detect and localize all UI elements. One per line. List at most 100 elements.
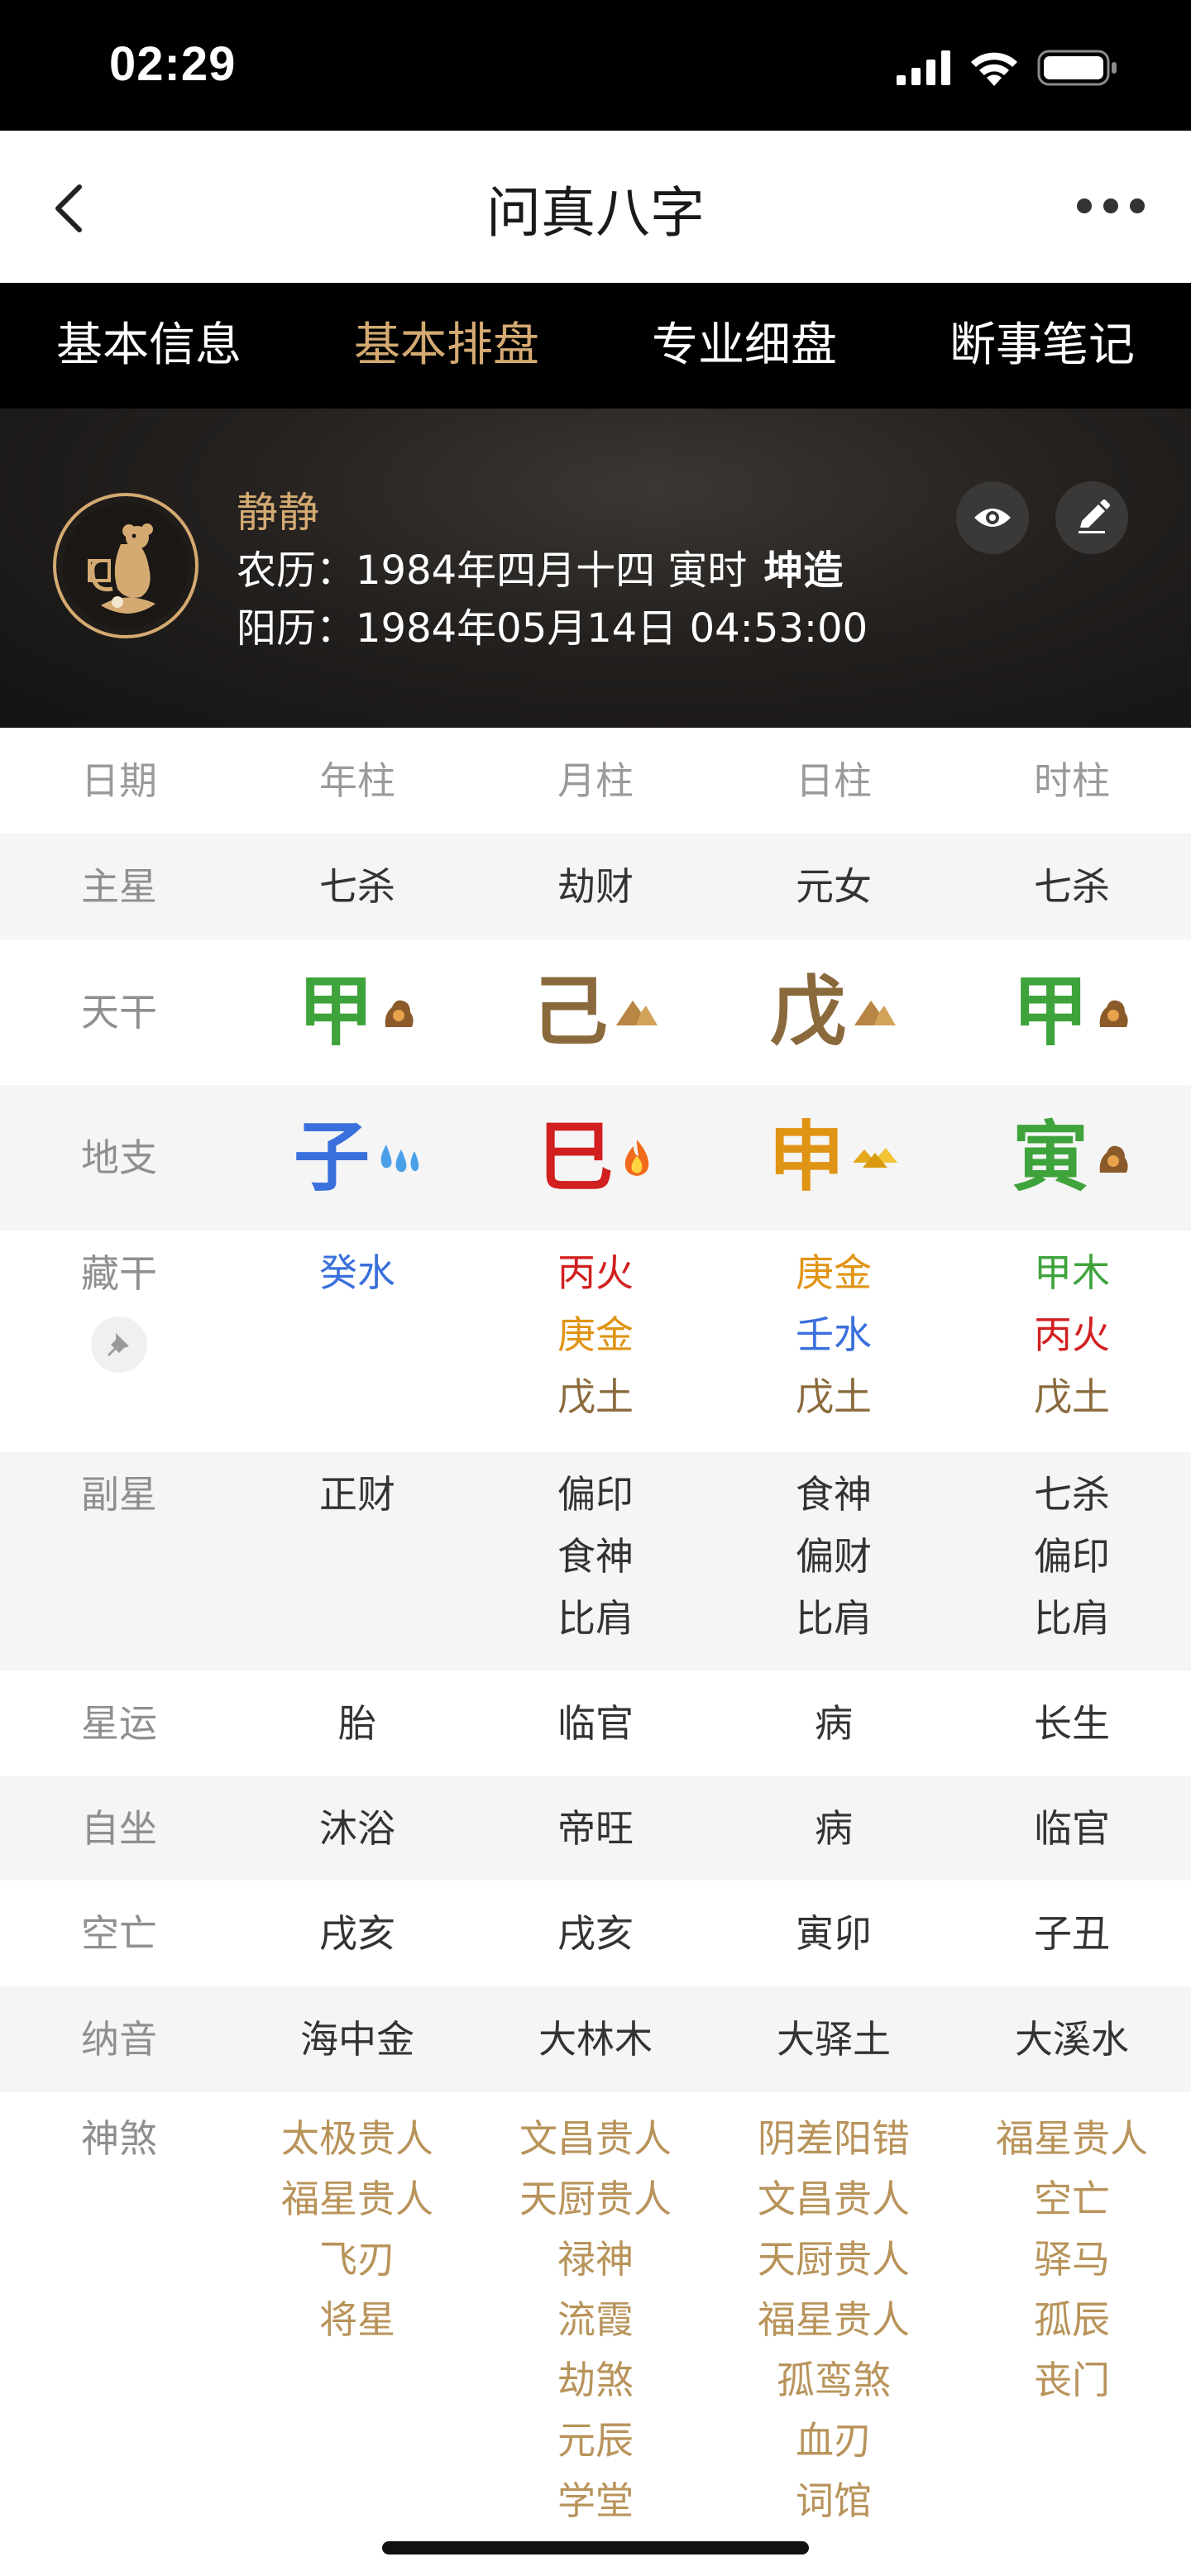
star-luck-day: 病 — [815, 1701, 853, 1746]
branch-hour[interactable]: 寅 — [953, 1085, 1191, 1231]
heavenly-stem-row: 天干 甲 己 戊 甲 — [0, 939, 1191, 1085]
shensha-item[interactable]: 阴差阳错 — [758, 2109, 910, 2169]
shensha-item[interactable]: 孤辰 — [1034, 2290, 1110, 2350]
sub-star: 食神 — [796, 1472, 872, 1517]
branch-year[interactable]: 子 — [238, 1085, 476, 1231]
shensha-item[interactable]: 文昌贵人 — [758, 2169, 910, 2230]
branch-char: 寅 — [1012, 1113, 1088, 1202]
solar-date: 阳历：1984年05月14日 04:53:00 — [237, 605, 868, 652]
shensha-item[interactable]: 文昌贵人 — [519, 2109, 672, 2169]
self-seat-day: 病 — [815, 1806, 853, 1851]
shensha-item[interactable]: 太极贵人 — [281, 2109, 433, 2169]
fire-icon — [624, 1140, 649, 1176]
status-bar: 02:29 — [0, 0, 1191, 131]
stem-char: 己 — [531, 968, 608, 1056]
branch-day[interactable]: 申 — [715, 1085, 953, 1231]
tab-basic-info[interactable]: 基本信息 — [0, 283, 298, 409]
shensha-item[interactable]: 孤鸾煞 — [777, 2350, 891, 2411]
sub-star: 七杀 — [1034, 1472, 1110, 1517]
hidden-stem: 戊土 — [796, 1374, 872, 1419]
self-seat-month: 帝旺 — [557, 1806, 634, 1851]
earth-element-icon — [616, 1001, 658, 1025]
shensha-item[interactable]: 飞刃 — [319, 2230, 395, 2290]
shensha-item[interactable]: 福星贵人 — [281, 2169, 433, 2230]
stem-hour[interactable]: 甲 — [953, 939, 1191, 1085]
shensha-item[interactable]: 流霞 — [557, 2290, 634, 2350]
wifi-icon — [971, 52, 1017, 86]
nayin-year: 海中金 — [300, 2017, 414, 2062]
shensha-item[interactable]: 天厨贵人 — [758, 2230, 910, 2290]
star-luck-hour: 长生 — [1034, 1701, 1110, 1746]
sub-star: 比肩 — [796, 1596, 872, 1641]
shensha-item[interactable]: 将星 — [319, 2290, 395, 2350]
wood-element-icon — [1099, 1145, 1128, 1173]
sub-star: 偏印 — [1034, 1534, 1110, 1579]
shensha-item[interactable]: 天厨贵人 — [519, 2169, 672, 2230]
shensha-item[interactable]: 元辰 — [557, 2411, 634, 2471]
shensha-item[interactable]: 丧门 — [1034, 2350, 1110, 2411]
rat-zodiac-avatar[interactable] — [51, 491, 200, 640]
edit-button[interactable] — [1055, 481, 1128, 554]
wood-element-icon — [385, 1000, 414, 1027]
shensha-item[interactable]: 福星贵人 — [758, 2290, 910, 2350]
stem-day[interactable]: 戊 — [715, 939, 953, 1085]
stem-year[interactable]: 甲 — [238, 939, 476, 1085]
shensha-item[interactable]: 禄神 — [557, 2230, 634, 2290]
row-label: 星运 — [81, 1701, 157, 1746]
hidden-stem: 壬水 — [796, 1312, 872, 1357]
main-star-day: 元女 — [796, 864, 872, 909]
shensha-hour: 福星贵人 空亡 驿马 孤辰 丧门 — [953, 2109, 1191, 2411]
gold-ingot-icon — [853, 1148, 897, 1168]
shensha-item[interactable]: 学堂 — [557, 2471, 634, 2531]
lunar-date-line: 农历：1984年四月十四 寅时 坤造 — [237, 538, 843, 595]
main-star-month: 劫财 — [557, 864, 634, 909]
col-header-day: 日柱 — [796, 758, 872, 803]
pin-icon — [108, 1333, 129, 1356]
home-indicator[interactable] — [382, 2541, 809, 2554]
star-luck-year: 胎 — [338, 1701, 376, 1746]
branch-month[interactable]: 巳 — [476, 1085, 715, 1231]
hidden-stems-month: 丙火 庚金 戊土 — [476, 1242, 715, 1428]
row-label: 纳音 — [81, 2017, 157, 2062]
sub-star: 比肩 — [1034, 1596, 1110, 1641]
sub-stars-year: 正财 — [238, 1464, 476, 1526]
col-header-date: 日期 — [81, 758, 157, 803]
tab-notes[interactable]: 断事笔记 — [893, 283, 1191, 409]
cellular-signal-icon — [897, 50, 950, 85]
earthly-branch-row: 地支 子 巳 申 寅 — [0, 1085, 1191, 1231]
shensha-item[interactable]: 驿马 — [1034, 2230, 1110, 2290]
shensha-row: 神煞 太极贵人 福星贵人 飞刃 将星 文昌贵人 天厨贵人 禄神 流霞 劫煞 元辰… — [0, 2092, 1191, 2551]
nayin-row: 纳音 海中金 大林木 大驿土 大溪水 — [0, 1986, 1191, 2092]
col-header-year: 年柱 — [319, 758, 395, 803]
stem-month[interactable]: 己 — [476, 939, 715, 1085]
shensha-item[interactable]: 空亡 — [1034, 2169, 1110, 2230]
nav-bar: 问真八字 — [0, 131, 1191, 283]
shensha-item[interactable]: 劫煞 — [557, 2350, 634, 2411]
hidden-stem: 庚金 — [796, 1250, 872, 1295]
self-seat-hour: 临官 — [1034, 1806, 1110, 1851]
tab-professional-chart[interactable]: 专业细盘 — [596, 283, 893, 409]
shensha-item[interactable]: 福星贵人 — [996, 2109, 1148, 2169]
profile-card: 静静 农历：1984年四月十四 寅时 坤造 阳历：1984年05月14日 04:5… — [0, 409, 1191, 728]
branch-char: 子 — [293, 1113, 370, 1202]
more-options-icon[interactable] — [1075, 194, 1146, 218]
hidden-stem: 戊土 — [1034, 1374, 1110, 1419]
row-label: 地支 — [81, 1135, 157, 1180]
earth-element-icon — [854, 1001, 896, 1025]
shensha-item[interactable]: 血刃 — [796, 2411, 872, 2471]
hidden-stem: 戊土 — [557, 1374, 634, 1419]
col-header-hour: 时柱 — [1034, 758, 1110, 803]
row-label: 副星 — [81, 1472, 157, 1517]
shensha-item[interactable]: 词馆 — [796, 2471, 872, 2531]
hidden-stems-day: 庚金 壬水 戊土 — [715, 1242, 953, 1428]
hidden-stem: 庚金 — [557, 1312, 634, 1357]
sub-star: 正财 — [319, 1472, 395, 1517]
column-header-row: 日期 年柱 月柱 日柱 时柱 — [0, 728, 1191, 834]
hidden-stem: 丙火 — [557, 1250, 634, 1295]
status-time: 02:29 — [109, 37, 237, 91]
tab-basic-chart[interactable]: 基本排盘 — [298, 283, 596, 409]
tab-bar: 基本信息 基本排盘 专业细盘 断事笔记 — [0, 283, 1191, 409]
pin-button[interactable] — [91, 1317, 147, 1373]
visibility-button[interactable] — [956, 481, 1029, 554]
main-star-year: 七杀 — [319, 864, 395, 909]
